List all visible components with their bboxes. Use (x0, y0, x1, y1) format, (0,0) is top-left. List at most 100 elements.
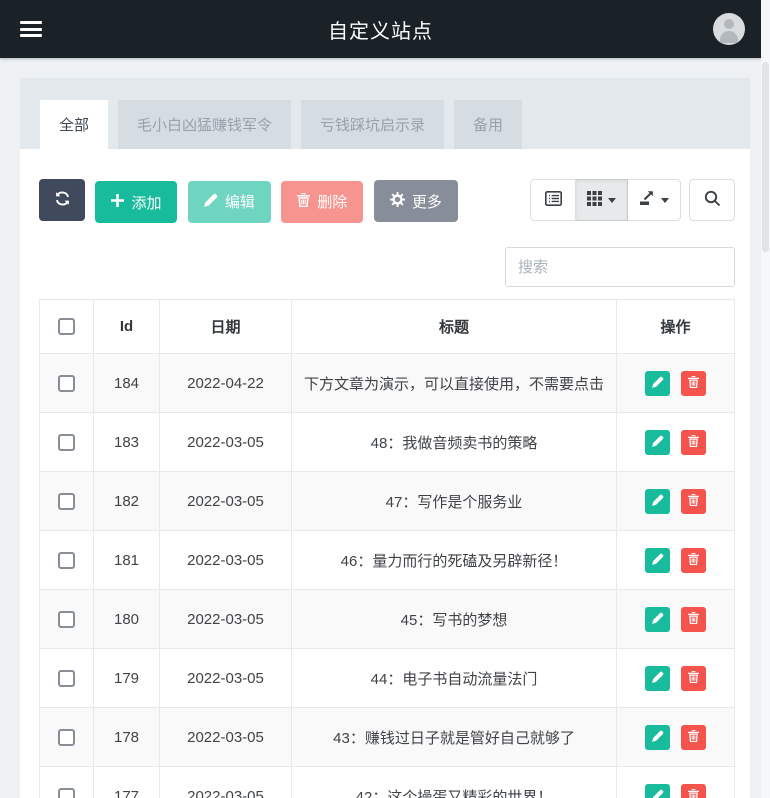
trash-icon (687, 375, 699, 391)
row-delete-button[interactable] (680, 547, 706, 573)
row-edit-button[interactable] (645, 429, 671, 455)
export-button[interactable] (628, 179, 681, 221)
row-select-cell (39, 353, 94, 413)
row-checkbox[interactable] (58, 728, 75, 746)
page: 自定义站点 全部 毛小白凶猛赚钱军令 亏钱踩坑启示录 备用 添加 编辑 删除 更… (0, 0, 761, 798)
row-title: 46：量力而行的死磕及另辟新径！ (291, 530, 617, 590)
row-checkbox[interactable] (58, 551, 75, 569)
edit-button[interactable]: 编辑 (187, 180, 271, 223)
column-header-title[interactable]: 标题 (291, 299, 617, 354)
row-delete-button[interactable] (680, 606, 706, 632)
top-bar: 自定义站点 (0, 0, 761, 58)
row-id: 178 (93, 707, 160, 767)
row-actions (616, 648, 735, 708)
row-delete-button[interactable] (680, 665, 706, 691)
table-row: 179 2022-03-05 44：电子书自动流量法门 (39, 648, 735, 708)
row-checkbox[interactable] (58, 374, 75, 392)
table-row: 180 2022-03-05 45：写书的梦想 (39, 589, 735, 649)
search-input[interactable] (505, 247, 735, 287)
avatar-head-icon (724, 19, 734, 29)
table-row: 183 2022-03-05 48：我做音频卖书的策略 (39, 412, 735, 472)
delete-button-label: 删除 (317, 194, 348, 211)
user-avatar[interactable] (713, 13, 745, 45)
row-date: 2022-03-05 (159, 589, 292, 649)
page-title: 自定义站点 (328, 20, 433, 43)
row-edit-button[interactable] (645, 783, 671, 798)
row-title: 42：这个操蛋又精彩的世界！ (291, 766, 617, 798)
row-title: 48：我做音频卖书的策略 (291, 412, 617, 472)
table-row: 181 2022-03-05 46：量力而行的死磕及另辟新径！ (39, 530, 735, 590)
scrollbar-thumb[interactable] (762, 62, 769, 252)
row-date: 2022-04-22 (159, 353, 292, 413)
row-date: 2022-03-05 (159, 766, 292, 798)
row-select-cell (39, 648, 94, 708)
tab-category-1[interactable]: 毛小白凶猛赚钱军令 (118, 100, 292, 149)
pencil-icon (652, 788, 664, 798)
add-button[interactable]: 添加 (95, 181, 178, 223)
tab-all[interactable]: 全部 (40, 100, 109, 149)
trash-icon (687, 434, 699, 450)
row-edit-button[interactable] (645, 724, 671, 750)
hamburger-menu-icon[interactable] (20, 21, 42, 37)
row-edit-button[interactable] (645, 547, 671, 573)
row-delete-button[interactable] (680, 370, 706, 396)
more-button-label: 更多 (411, 193, 442, 211)
pencil-icon (204, 192, 218, 211)
row-checkbox[interactable] (58, 669, 75, 687)
table-row: 178 2022-03-05 43：赚钱过日子就是管好自己就够了 (39, 707, 735, 767)
row-date: 2022-03-05 (159, 530, 292, 590)
row-delete-button[interactable] (680, 429, 706, 455)
row-delete-button[interactable] (680, 724, 706, 750)
row-title: 45：写书的梦想 (291, 589, 617, 649)
toggle-search-button[interactable] (689, 179, 735, 221)
row-select-cell (39, 707, 94, 767)
row-checkbox[interactable] (58, 787, 75, 798)
row-id: 179 (93, 648, 160, 708)
avatar-body-icon (720, 31, 738, 43)
pencil-icon (651, 375, 664, 391)
list-alt-icon (544, 191, 562, 209)
more-button[interactable]: 更多 (373, 180, 458, 222)
row-edit-button[interactable] (645, 665, 671, 691)
row-actions (616, 353, 735, 413)
row-actions (616, 530, 735, 590)
select-all-checkbox[interactable] (58, 318, 75, 336)
page-scrollbar[interactable] (761, 0, 770, 798)
row-select-cell (39, 471, 94, 531)
grid-columns-icon (587, 191, 602, 209)
select-all-cell (39, 299, 94, 354)
pencil-icon (651, 611, 664, 627)
row-id: 180 (93, 589, 160, 649)
row-delete-button[interactable] (680, 488, 706, 514)
row-title: 下方文章为演示，可以直接使用，不需要点击 (291, 353, 617, 413)
column-header-id[interactable]: Id (93, 299, 160, 354)
columns-button[interactable] (576, 179, 628, 221)
row-edit-button[interactable] (645, 488, 671, 514)
refresh-icon (54, 190, 71, 211)
search-icon (704, 190, 721, 210)
refresh-button[interactable] (39, 179, 85, 221)
column-header-date[interactable]: 日期 (159, 299, 292, 354)
table-tools (505, 179, 735, 287)
row-date: 2022-03-05 (159, 648, 292, 708)
view-buttons-row (530, 179, 735, 221)
row-checkbox[interactable] (58, 610, 75, 628)
row-select-cell (39, 412, 94, 472)
crud-buttons: 添加 编辑 删除 更多 (39, 179, 464, 223)
edit-button-label: 编辑 (224, 194, 255, 211)
detail-view-button[interactable] (530, 179, 576, 221)
data-table-wrap: Id 日期 标题 操作 184 2022-04-22 下方文章为演示，可以直接使… (39, 299, 735, 798)
row-checkbox[interactable] (58, 492, 75, 510)
trash-icon (687, 729, 699, 745)
row-edit-button[interactable] (645, 370, 671, 396)
delete-button[interactable]: 删除 (281, 180, 364, 223)
row-checkbox[interactable] (58, 433, 75, 451)
row-delete-button[interactable] (680, 783, 706, 798)
row-select-cell (39, 530, 94, 590)
viewport: 自定义站点 全部 毛小白凶猛赚钱军令 亏钱踩坑启示录 备用 添加 编辑 删除 更… (0, 0, 770, 798)
row-select-cell (39, 589, 94, 649)
row-edit-button[interactable] (645, 606, 671, 632)
tab-category-2[interactable]: 亏钱踩坑启示录 (301, 100, 445, 149)
row-date: 2022-03-05 (159, 471, 292, 531)
tab-backup[interactable]: 备用 (454, 100, 523, 149)
